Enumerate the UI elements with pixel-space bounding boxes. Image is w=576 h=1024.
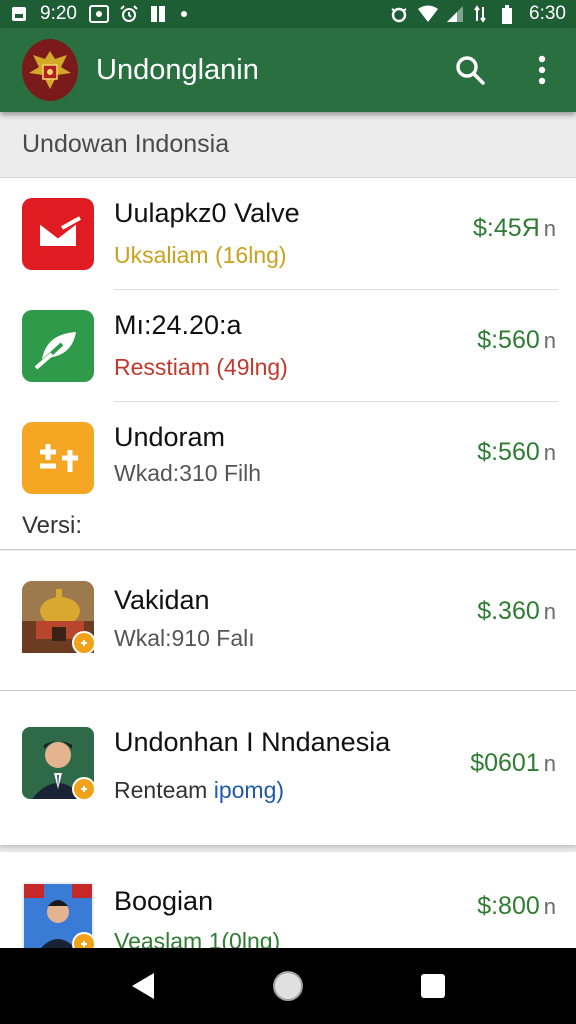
search-icon	[456, 56, 485, 85]
item-title: Undoram	[114, 422, 226, 452]
photo-icon	[88, 5, 109, 23]
notification-dot-icon	[179, 5, 197, 23]
item-price: $.360 n	[477, 597, 556, 625]
status-clock: 6:30	[529, 3, 566, 24]
app-list-card: Vakidan Wkal:910 Falı $.360 n	[0, 551, 576, 691]
list-item[interactable]: Vakidan Wkal:910 Falı $.360 n	[0, 561, 576, 673]
item-title: Boogian	[114, 886, 214, 916]
app-title: Undonglanin	[96, 53, 259, 86]
item-title: Uulapkz0 Valve	[114, 198, 300, 228]
item-subtitle: Resstiam (49lng)	[114, 354, 288, 380]
sync-icon	[389, 5, 407, 23]
item-price: $:45Я n	[473, 214, 556, 242]
wifi-icon	[417, 5, 439, 23]
signal-icon	[445, 5, 464, 23]
item-price: $:560 n	[477, 326, 556, 354]
mail-icon	[22, 198, 94, 270]
list-item[interactable]: Undoram Wkad:310 Filh $:560 n	[0, 402, 576, 514]
recents-square-icon	[421, 974, 446, 998]
leaf-icon	[22, 310, 94, 382]
home-button[interactable]	[264, 962, 312, 1010]
status-bar: 9:20 6:30	[0, 0, 576, 28]
item-subtitle: Wkad:310 Filh	[114, 460, 262, 486]
list-item[interactable]: Undonhan I Nndanesia Renteam ipomg) $060…	[0, 709, 576, 829]
section-header: Undowan Indonsia	[0, 112, 576, 178]
book-icon	[149, 5, 167, 23]
app-list-card: Boogian Veaslam 1(0lng) $:800 n	[0, 852, 576, 948]
item-subtitle: Uksaliam (16lng)	[114, 242, 287, 268]
app-list-card: Uulapkz0 Valve Uksaliam (16lng) $:45Я n M…	[0, 178, 576, 550]
navigation-bar	[0, 948, 576, 1024]
search-button[interactable]	[452, 52, 488, 88]
item-price: $:800 n	[477, 892, 556, 920]
garuda-logo-icon[interactable]	[22, 39, 78, 101]
item-title: Mı:24.20:a	[114, 310, 242, 340]
recents-button[interactable]	[409, 962, 457, 1010]
item-subtitle: Renteam ipomg)	[114, 777, 285, 803]
alarm-icon	[119, 5, 138, 23]
app-bar: Undonglanin	[0, 28, 576, 112]
battery-icon	[501, 5, 519, 24]
item-price: $0601 n	[470, 749, 556, 777]
back-button[interactable]	[119, 962, 167, 1010]
temple-photo	[22, 581, 96, 655]
item-title: Vakidan	[114, 585, 210, 615]
app-list-card: Undonhan I Nndanesia Renteam ipomg) $060…	[0, 691, 576, 845]
star-badge-icon	[72, 777, 96, 801]
list-item[interactable]: Boogian Veaslam 1(0lng) $:800 n	[0, 852, 576, 948]
item-subtitle: Wkal:910 Falı	[114, 625, 255, 651]
overflow-menu-button[interactable]	[524, 52, 560, 88]
list-item[interactable]: Mı:24.20:a Resstiam (49lng) $:560 n	[0, 290, 576, 402]
versi-label: Versi:	[22, 512, 83, 539]
status-time: 9:20	[40, 3, 77, 24]
back-triangle-icon	[131, 973, 154, 999]
person-photo	[22, 727, 96, 801]
item-price: $:560 n	[477, 438, 556, 466]
more-vertical-icon	[538, 55, 546, 85]
star-badge-icon	[72, 631, 96, 655]
data-icon	[473, 5, 491, 23]
sim-icon	[10, 5, 28, 23]
poster-photo	[22, 882, 96, 948]
list-item[interactable]: Uulapkz0 Valve Uksaliam (16lng) $:45Я n	[0, 178, 576, 290]
plus-minus-icon	[22, 422, 94, 494]
home-circle-icon	[272, 971, 303, 1001]
item-subtitle: Veaslam 1(0lng)	[114, 928, 281, 948]
item-title: Undonhan I Nndanesia	[114, 727, 391, 757]
